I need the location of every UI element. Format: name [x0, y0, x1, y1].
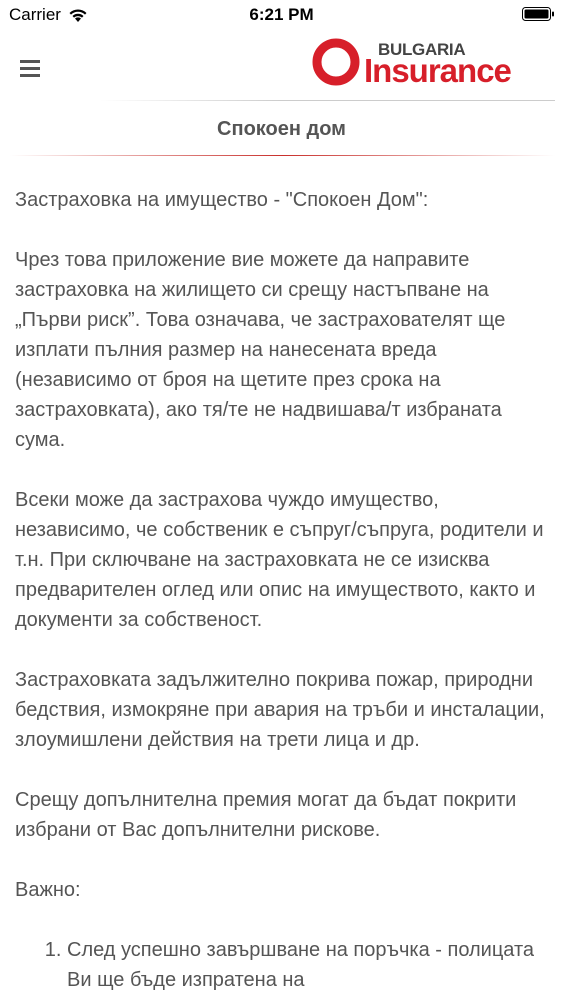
important-list: След успешно завършване на поръчка - пол…: [15, 935, 550, 995]
company-logo: BULGARIA Insurance: [312, 36, 517, 89]
article-content: Застраховка на имущество - "Спокоен Дом"…: [15, 185, 550, 995]
important-label: Важно:: [15, 879, 81, 901]
intro-paragraph: Застраховка на имущество - "Спокоен Дом"…: [15, 189, 429, 211]
paragraph-2: Всеки може да застрахова чуждо имущество…: [15, 489, 544, 631]
paragraph-4: Срещу допълнителна премия могат да бъдат…: [15, 789, 517, 841]
header-divider: [100, 100, 555, 101]
page-title: Спокоен дом: [217, 118, 346, 140]
hamburger-menu-icon: [20, 60, 48, 77]
title-divider: [10, 155, 555, 156]
clock: 6:21 PM: [249, 5, 314, 24]
paragraph-3: Застраховката задължително покрива пожар…: [15, 669, 545, 751]
battery-icon: [522, 7, 554, 21]
app-header: BULGARIA Insurance: [0, 30, 563, 102]
status-bar: Carrier 6:21 PM: [0, 0, 563, 30]
paragraph-1: Чрез това приложение вие можете да напра…: [15, 249, 506, 451]
logo-text-insurance: Insurance: [364, 52, 512, 89]
logo-ring-icon: [312, 38, 360, 86]
menu-button[interactable]: [20, 60, 48, 86]
list-item: След успешно завършване на поръчка - пол…: [67, 935, 550, 995]
